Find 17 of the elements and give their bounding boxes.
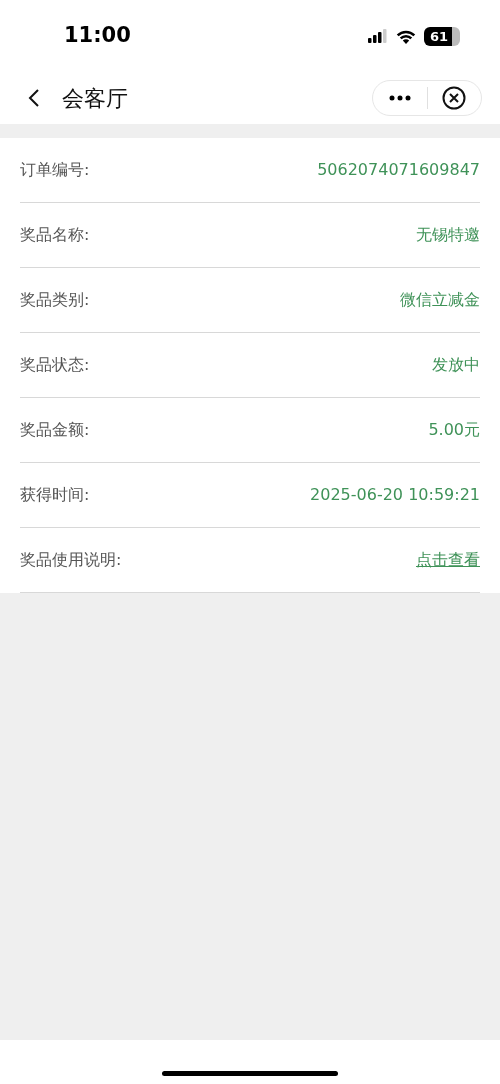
field-value: 2025-06-20 10:59:21 xyxy=(310,484,480,506)
field-label: 奖品使用说明: xyxy=(20,549,122,571)
field-label: 奖品状态: xyxy=(20,354,90,376)
field-label: 获得时间: xyxy=(20,484,90,506)
field-label: 奖品类别: xyxy=(20,289,90,311)
field-label: 奖品金额: xyxy=(20,419,90,441)
field-label: 奖品名称: xyxy=(20,224,90,246)
field-value: 发放中 xyxy=(432,354,480,376)
field-label: 订单编号: xyxy=(20,159,90,181)
battery-level: 61 xyxy=(423,26,452,46)
field-value: 无锡特邀 xyxy=(416,224,480,246)
field-value: 微信立减金 xyxy=(400,289,480,311)
view-link[interactable]: 点击查看 xyxy=(416,548,480,572)
status-time: 11:00 xyxy=(64,22,131,50)
field-value: 5.00元 xyxy=(428,419,480,441)
field-value: 5062074071609847 xyxy=(317,159,480,181)
page-title: 会客厅 xyxy=(62,84,128,113)
